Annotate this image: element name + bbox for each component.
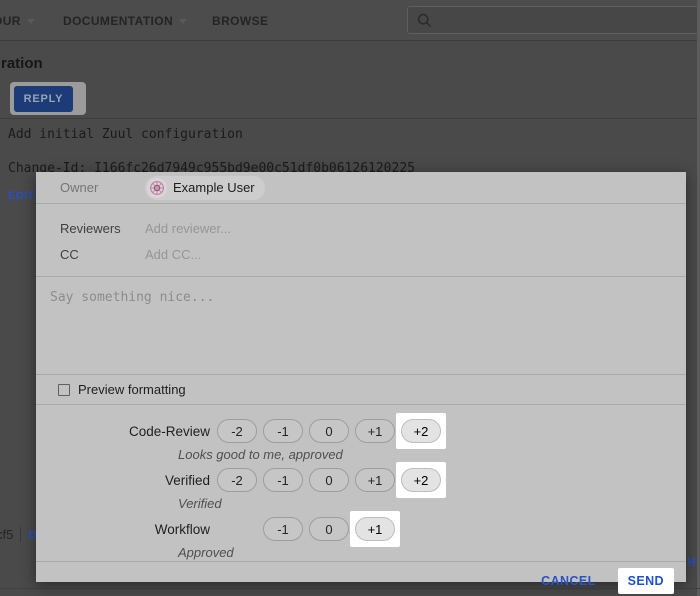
reply-message-textarea[interactable] xyxy=(36,277,686,374)
vote-label: Workflow xyxy=(36,522,210,537)
nav-item-documentation[interactable]: DOCUMENTATION xyxy=(63,14,187,28)
owner-chip[interactable]: Example User xyxy=(145,176,265,200)
commit-subject: Add initial Zuul configuration xyxy=(8,127,243,142)
vote-button[interactable]: 0 xyxy=(309,468,349,492)
vote-label: Verified xyxy=(36,473,210,488)
owner-row: Owner Example User xyxy=(36,172,686,203)
vote-groups: Code-Review-2-10+1+2Looks good to me, ap… xyxy=(36,405,686,561)
cancel-button[interactable]: CANCEL xyxy=(541,574,595,588)
reply-dialog: Owner Example User Reviewers CC xyxy=(36,172,686,582)
vote-hint: Approved xyxy=(178,545,686,560)
vote-button[interactable]: +2 xyxy=(401,419,441,443)
preview-row: Preview formatting xyxy=(36,375,686,404)
vote-button[interactable]: 0 xyxy=(309,419,349,443)
message-area xyxy=(36,277,686,374)
vote-button[interactable]: -2 xyxy=(217,468,257,492)
vote-label: Code-Review xyxy=(36,424,210,439)
send-button[interactable]: SEND xyxy=(628,574,664,588)
search-icon xyxy=(417,13,432,28)
cc-label: CC xyxy=(60,247,145,262)
commit-message: Add initial Zuul configuration Change-Id… xyxy=(8,126,415,177)
commit-hash-row: cf5 D xyxy=(0,527,37,542)
peers-section: Reviewers CC xyxy=(36,204,686,276)
nav-item-label: DOCUMENTATION xyxy=(63,14,173,28)
vote-button[interactable]: -2 xyxy=(217,419,257,443)
app-header: OUR DOCUMENTATION BROWSE xyxy=(0,0,700,41)
vote-button[interactable]: -1 xyxy=(263,517,303,541)
nav-item-your[interactable]: OUR xyxy=(0,14,35,28)
chevron-down-icon xyxy=(179,19,187,24)
vote-tutorial-highlight: +2 xyxy=(396,462,446,498)
owner-label: Owner xyxy=(60,180,145,195)
edit-link[interactable]: EDIT xyxy=(8,190,35,202)
nav-item-label: BROWSE xyxy=(212,14,268,28)
vote-tutorial-highlight: +2 xyxy=(396,413,446,449)
vote-group-verified: Verified -2-10+1+2 Verified xyxy=(36,468,686,511)
vote-button[interactable]: 0 xyxy=(309,517,349,541)
hash-fragment: cf5 xyxy=(0,527,13,542)
nav-item-label: OUR xyxy=(0,14,21,28)
nav-item-browse[interactable]: BROWSE xyxy=(212,14,268,28)
vote-button[interactable]: -1 xyxy=(263,419,303,443)
vote-tutorial-highlight: +1 xyxy=(350,511,400,547)
divider xyxy=(0,118,700,119)
reviewers-row: Reviewers xyxy=(60,216,686,241)
vote-button[interactable]: -1 xyxy=(263,468,303,492)
reply-button[interactable]: REPLY xyxy=(14,86,73,112)
add-cc-input[interactable] xyxy=(145,247,445,262)
reply-tutorial-highlight: REPLY xyxy=(10,82,86,115)
avatar-icon xyxy=(147,178,167,198)
search-box[interactable] xyxy=(407,6,700,34)
preview-formatting-label: Preview formatting xyxy=(78,382,186,397)
dialog-footer: CANCEL SEND xyxy=(36,562,686,596)
vote-button[interactable]: +2 xyxy=(401,468,441,492)
vote-button[interactable]: +1 xyxy=(355,468,395,492)
vote-button[interactable]: +1 xyxy=(355,517,395,541)
vote-group-workflow: Workflow -10+1 Approved xyxy=(36,517,686,560)
reviewers-label: Reviewers xyxy=(60,221,145,236)
cc-row: CC xyxy=(60,242,686,267)
divider xyxy=(20,527,21,542)
vote-hint: Looks good to me, approved xyxy=(178,447,686,462)
owner-name: Example User xyxy=(173,180,255,195)
add-reviewer-input[interactable] xyxy=(145,221,445,236)
page-title: ration xyxy=(1,55,43,72)
vote-hint: Verified xyxy=(178,496,686,511)
vote-group-code-review: Code-Review -2-10+1+2 Looks good to me, ap… xyxy=(36,419,686,462)
send-tutorial-highlight: SEND xyxy=(618,568,674,594)
preview-formatting-checkbox[interactable] xyxy=(58,384,70,396)
vote-button[interactable]: +1 xyxy=(355,419,395,443)
search-input[interactable] xyxy=(438,13,678,28)
chevron-down-icon xyxy=(27,19,35,24)
